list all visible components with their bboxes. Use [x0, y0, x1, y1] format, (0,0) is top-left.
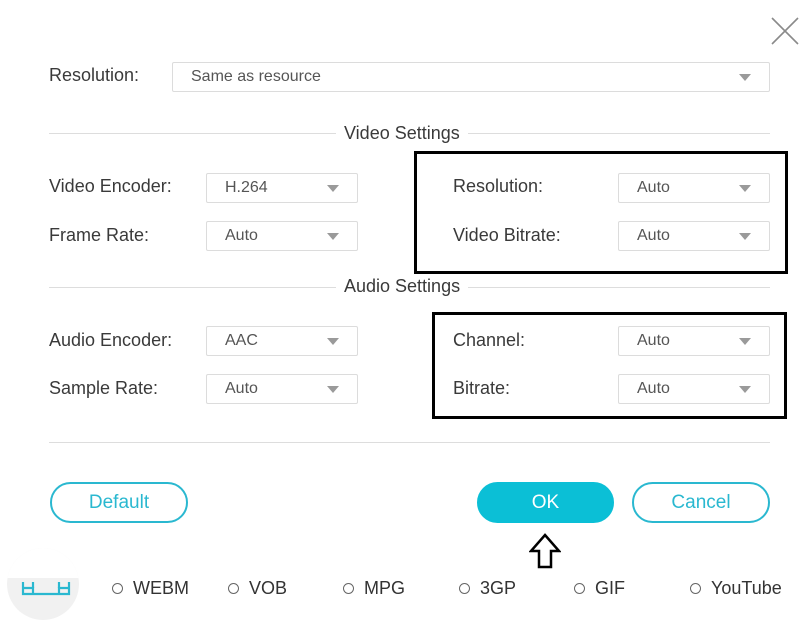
- resolution-select-value: Same as resource: [191, 68, 321, 85]
- radio-icon: [343, 583, 354, 594]
- chevron-down-icon: [739, 233, 751, 240]
- video-annotation-box: [414, 151, 788, 274]
- format-option-gif[interactable]: GIF: [574, 578, 625, 599]
- chevron-down-icon: [739, 338, 751, 345]
- video-resolution-value: Auto: [637, 179, 670, 196]
- chevron-down-icon: [739, 185, 751, 192]
- frame-rate-value: Auto: [225, 227, 258, 244]
- format-label: VOB: [249, 578, 288, 598]
- format-icon: [21, 582, 71, 596]
- video-encoder-label: Video Encoder:: [49, 176, 172, 196]
- radio-icon: [459, 583, 470, 594]
- format-label: 3GP: [480, 578, 517, 598]
- channel-label: Channel:: [453, 330, 526, 350]
- video-bitrate-value: Auto: [637, 227, 670, 244]
- video-resolution-select[interactable]: Auto: [618, 173, 770, 203]
- audio-encoder-value: AAC: [225, 332, 258, 349]
- audio-settings-title: Audio Settings: [336, 276, 469, 297]
- video-encoder-select[interactable]: H.264: [206, 173, 358, 203]
- format-option-3gp[interactable]: 3GP: [459, 578, 516, 599]
- video-encoder-value: H.264: [225, 179, 268, 196]
- channel-value: Auto: [637, 332, 670, 349]
- audio-encoder-label: Audio Encoder:: [49, 330, 173, 350]
- resolution-label: Resolution:: [49, 65, 140, 85]
- format-label: GIF: [595, 578, 625, 598]
- sample-rate-select[interactable]: Auto: [206, 374, 358, 404]
- audio-encoder-select[interactable]: AAC: [206, 326, 358, 356]
- close-x-icon: [771, 17, 799, 45]
- up-arrow-icon: [528, 533, 562, 569]
- chevron-down-icon: [327, 338, 339, 345]
- video-resolution-label: Resolution:: [453, 176, 544, 196]
- background-format-thumbnail: [7, 548, 79, 620]
- audio-bitrate-select[interactable]: Auto: [618, 374, 770, 404]
- format-option-mpg[interactable]: MPG: [343, 578, 405, 599]
- radio-icon: [690, 583, 701, 594]
- ok-button[interactable]: OK: [477, 482, 614, 523]
- video-bitrate-label: Video Bitrate:: [453, 225, 561, 245]
- frame-rate-select[interactable]: Auto: [206, 221, 358, 251]
- cancel-button[interactable]: Cancel: [632, 482, 770, 523]
- sample-rate-label: Sample Rate:: [49, 378, 159, 398]
- channel-select[interactable]: Auto: [618, 326, 770, 356]
- resolution-select[interactable]: Same as resource: [172, 62, 770, 92]
- format-label: MPG: [364, 578, 406, 598]
- radio-icon: [112, 583, 123, 594]
- frame-rate-label: Frame Rate:: [49, 225, 150, 245]
- chevron-down-icon: [327, 233, 339, 240]
- chevron-down-icon: [739, 74, 751, 81]
- chevron-down-icon: [327, 386, 339, 393]
- format-label: YouTube: [711, 578, 782, 598]
- format-option-webm[interactable]: WEBM: [112, 578, 189, 599]
- default-button[interactable]: Default: [50, 482, 188, 523]
- video-bitrate-select[interactable]: Auto: [618, 221, 770, 251]
- video-settings-title: Video Settings: [336, 123, 468, 144]
- radio-icon: [228, 583, 239, 594]
- format-option-youtube[interactable]: YouTube: [690, 578, 782, 599]
- footer-divider: [49, 442, 770, 443]
- close-dialog-button[interactable]: [770, 16, 800, 46]
- audio-bitrate-label: Bitrate:: [453, 378, 511, 398]
- sample-rate-value: Auto: [225, 380, 258, 397]
- audio-bitrate-value: Auto: [637, 380, 670, 397]
- chevron-down-icon: [327, 185, 339, 192]
- radio-icon: [574, 583, 585, 594]
- format-option-vob[interactable]: VOB: [228, 578, 287, 599]
- chevron-down-icon: [739, 386, 751, 393]
- format-label: WEBM: [133, 578, 189, 598]
